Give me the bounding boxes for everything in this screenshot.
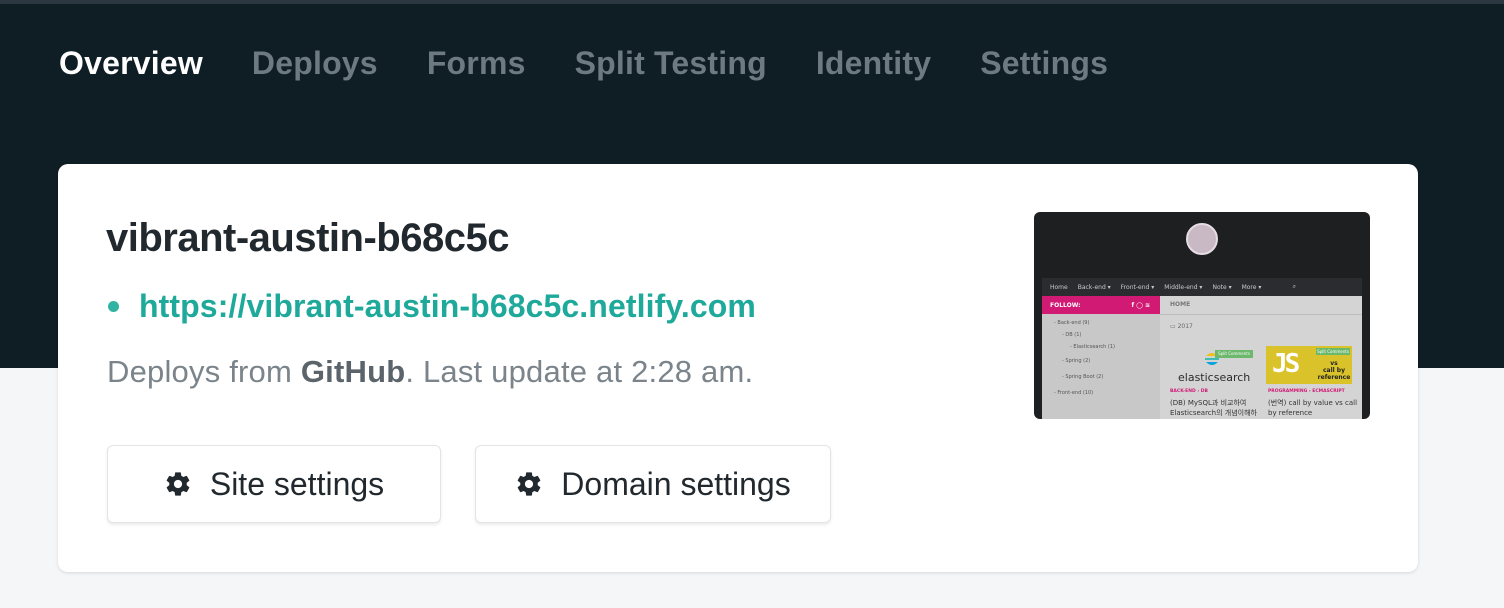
tab-deploys[interactable]: Deploys xyxy=(252,45,378,82)
preview-sidebar: - Back-end (9) - DB (1) - Elasticsearch … xyxy=(1042,314,1160,419)
preview-nav-item: More ▾ xyxy=(1241,283,1262,291)
status-dot-icon xyxy=(108,301,119,312)
tab-identity[interactable]: Identity xyxy=(816,45,931,82)
tab-overview[interactable]: Overview xyxy=(59,45,203,82)
preview-avatar xyxy=(1186,223,1218,255)
preview-js-caption-1: vs xyxy=(1330,360,1338,367)
preview-sidebar-item: - Back-end (9) xyxy=(1054,320,1090,326)
preview-main: HOME ▭ 2017 Split Comments elasticsearch… xyxy=(1160,296,1362,419)
preview-home-label: HOME xyxy=(1170,301,1191,308)
site-url-link[interactable]: https://vibrant-austin-b68c5c.netlify.co… xyxy=(139,288,756,325)
preview-post-title: (DB) MySQL과 비교하여 Elasticsearch의 개념이해하기 xyxy=(1170,399,1257,417)
preview-nav: Home Back-end ▾ Front-end ▾ Middle-end ▾… xyxy=(1042,278,1362,296)
deploy-prefix: Deploys from xyxy=(107,354,301,389)
preview-nav-item: Back-end ▾ xyxy=(1077,283,1111,291)
preview-social-icons: f ◯ ≋ xyxy=(1131,301,1150,309)
site-url-row: https://vibrant-austin-b68c5c.netlify.co… xyxy=(108,288,756,325)
preview-nav-item: Note ▾ xyxy=(1212,283,1232,291)
deploy-source: GitHub xyxy=(300,354,406,389)
preview-follow-label: FOLLOW: xyxy=(1050,301,1081,309)
site-name: vibrant-austin-b68c5c xyxy=(106,216,509,260)
preview-es-badge: Split Comments xyxy=(1215,350,1253,358)
site-settings-label: Site settings xyxy=(209,465,385,502)
preview-follow-bar: FOLLOW: f ◯ ≋ xyxy=(1042,296,1160,314)
preview-divider xyxy=(1160,314,1362,315)
preview-js-badge: Split Comments xyxy=(1316,348,1350,355)
preview-nav-item: Middle-end ▾ xyxy=(1164,283,1203,291)
preview-nav-item: Front-end ▾ xyxy=(1120,283,1155,291)
preview-js-caption-2: call by reference xyxy=(1317,367,1351,381)
preview-post-title: (번역) call by value vs call by reference xyxy=(1268,399,1358,417)
preview-sidebar-item: - Spring Boot (2) xyxy=(1062,374,1104,380)
preview-search-icon: ⌕ xyxy=(1292,283,1296,290)
domain-settings-button[interactable]: Domain settings xyxy=(475,445,831,523)
deploy-suffix: . Last update at 2:28 am. xyxy=(405,354,754,389)
preview-sidebar-item: - DB (1) xyxy=(1062,332,1082,338)
deploy-info: Deploys from GitHub. Last update at 2:28… xyxy=(107,354,753,390)
preview-js-caption: vs call by reference xyxy=(1316,360,1352,381)
site-overview-card: vibrant-austin-b68c5c https://vibrant-au… xyxy=(58,164,1418,572)
tab-split-testing[interactable]: Split Testing xyxy=(575,45,767,82)
preview-sidebar-item: - Elasticsearch (1) xyxy=(1070,344,1115,350)
preview-sidebar-item: - Front-end (10) xyxy=(1054,390,1094,396)
preview-es-text: elasticsearch xyxy=(1178,371,1251,384)
preview-nav-item: Home xyxy=(1050,283,1068,291)
preview-sidebar-item: - Spring (2) xyxy=(1062,358,1091,364)
site-nav-tabs: Overview Deploys Forms Split Testing Ide… xyxy=(59,40,1157,86)
gear-icon xyxy=(517,472,541,496)
site-settings-button[interactable]: Site settings xyxy=(107,445,441,523)
preview-category: PROGRAMMING › ECMASCRIPT xyxy=(1268,389,1345,394)
gear-icon xyxy=(166,472,190,496)
preview-category: BACK-END › DB xyxy=(1170,389,1208,394)
domain-settings-label: Domain settings xyxy=(561,465,791,502)
preview-js-card: JS Split Comments vs call by reference xyxy=(1266,346,1352,384)
tab-forms[interactable]: Forms xyxy=(427,45,526,82)
site-preview-thumbnail[interactable]: Home Back-end ▾ Front-end ▾ Middle-end ▾… xyxy=(1034,212,1370,419)
tab-settings[interactable]: Settings xyxy=(980,45,1108,82)
preview-year: ▭ 2017 xyxy=(1170,323,1193,330)
js-logo-icon: JS xyxy=(1272,349,1300,379)
